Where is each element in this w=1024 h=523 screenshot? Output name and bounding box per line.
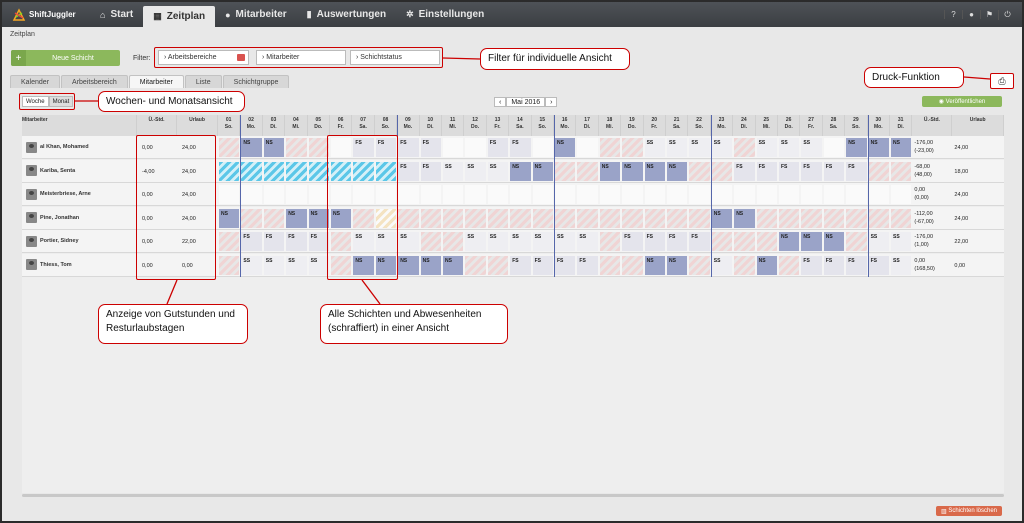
annotation-print: Druck-Funktion	[864, 67, 964, 88]
annotation-weekmonth: Wochen- und Monatsansicht	[98, 91, 245, 112]
annotation-shifts: Alle Schichten und Abwesenheiten (schraf…	[320, 304, 508, 344]
annotation-hours: Anzeige von Gutstunden und Resturlaubsta…	[98, 304, 248, 344]
annotation-filter: Filter für individuelle Ansicht	[480, 48, 630, 70]
app-window: ShiftJuggler ⌂ Start ▦ Zeitplan ● Mitarbeiter…	[2, 2, 1022, 521]
